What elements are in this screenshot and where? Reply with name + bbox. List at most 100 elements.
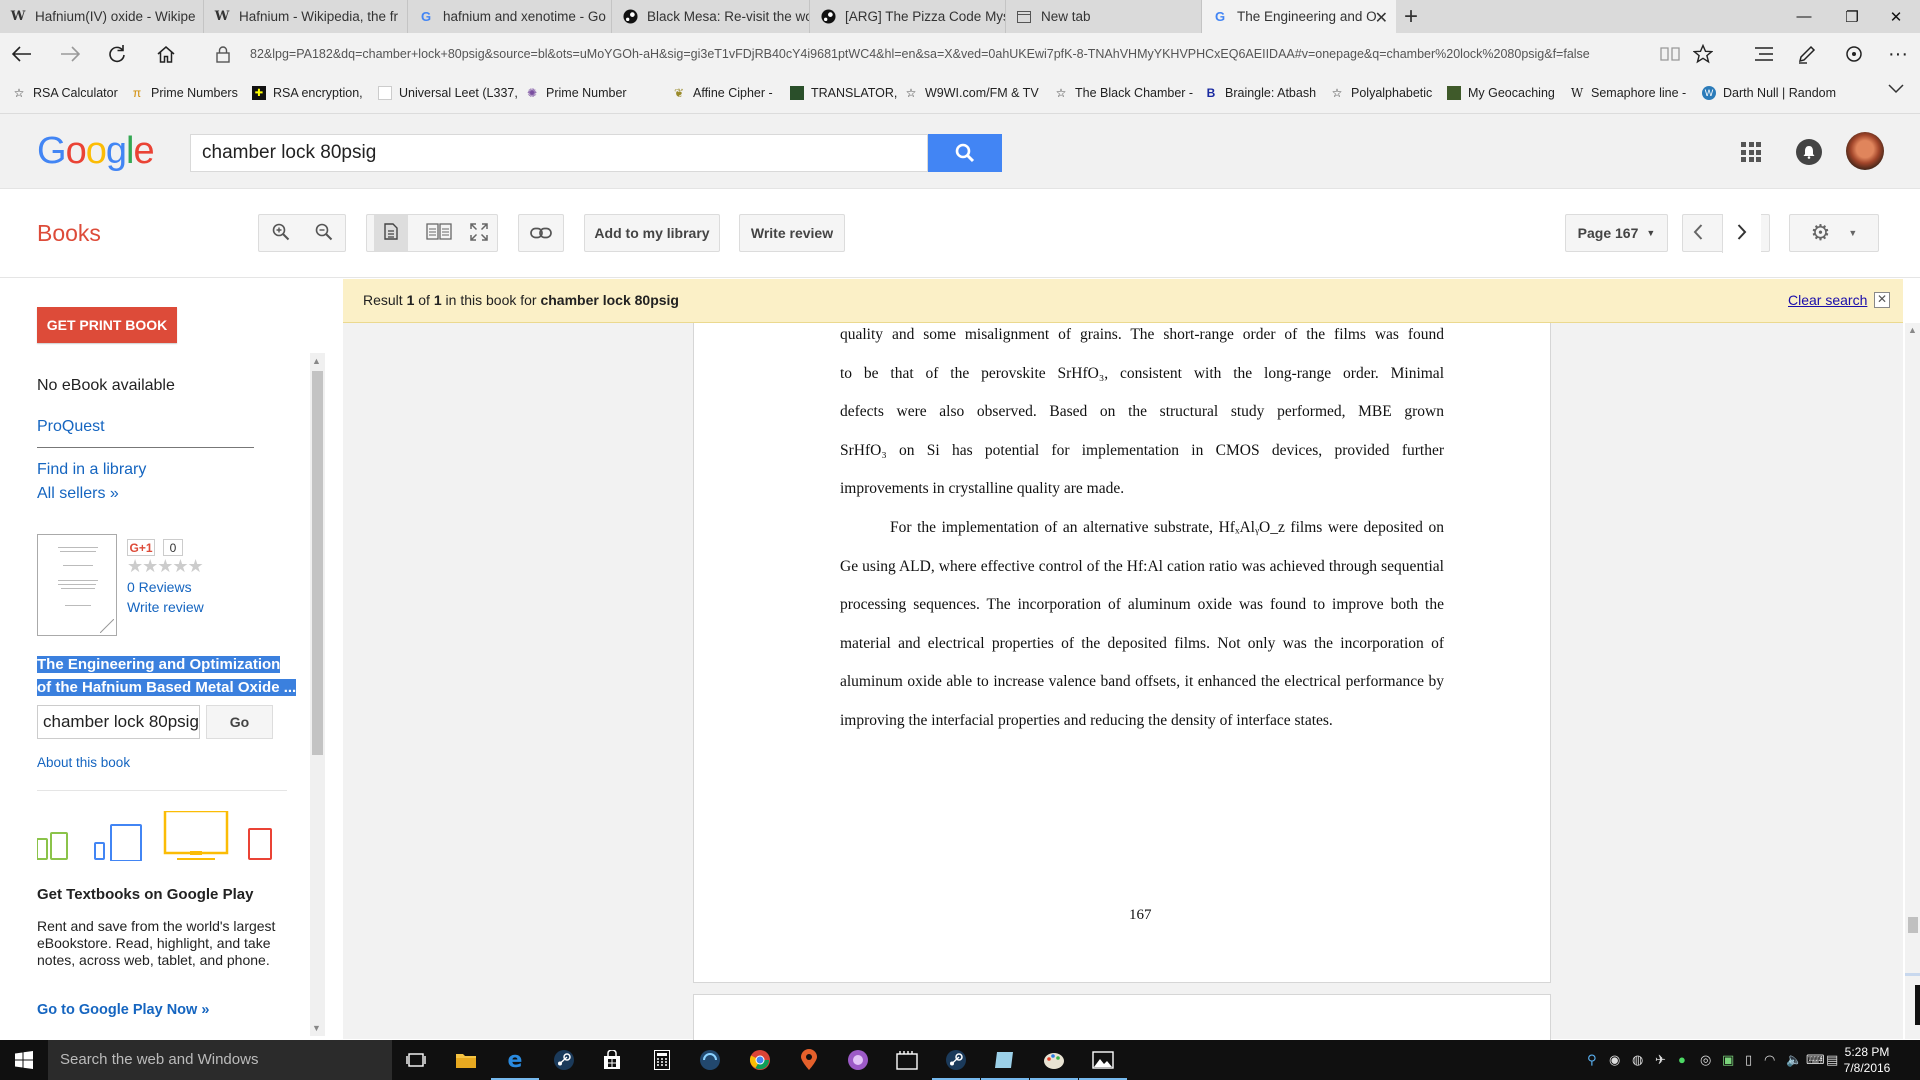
- favorite-item[interactable]: W Darth Null | Random: [1702, 86, 1836, 100]
- google-plus-one-button[interactable]: G+1: [127, 539, 155, 556]
- chevron-down-icon[interactable]: [1888, 84, 1904, 94]
- next-page-icon[interactable]: [1722, 213, 1762, 253]
- scroll-down-icon[interactable]: ▼: [312, 1023, 321, 1033]
- calculator-icon[interactable]: [650, 1048, 674, 1072]
- refresh-icon[interactable]: [101, 39, 133, 69]
- edge-browser-icon[interactable]: e: [491, 1048, 539, 1080]
- scroll-up-icon[interactable]: ▲: [1908, 325, 1917, 335]
- favorite-item[interactable]: π Prime Numbers: [130, 86, 238, 100]
- get-print-book-button[interactable]: GET PRINT BOOK: [37, 307, 177, 343]
- scroll-thumb[interactable]: [1908, 917, 1918, 933]
- paint-icon[interactable]: [1030, 1048, 1078, 1080]
- tray-icon[interactable]: ◍: [1632, 1052, 1643, 1068]
- proquest-link[interactable]: ProQuest: [37, 418, 105, 436]
- action-center-icon[interactable]: ▤: [1826, 1052, 1838, 1068]
- taskbar-search-input[interactable]: Search the web and Windows: [48, 1040, 392, 1080]
- app-icon[interactable]: [846, 1048, 870, 1072]
- language-icon[interactable]: ⌨: [1806, 1052, 1825, 1068]
- favorite-item[interactable]: ☆ W9WI.com/FM & TV: [904, 86, 1039, 100]
- avatar[interactable]: [1846, 132, 1884, 170]
- tray-icon[interactable]: ◎: [1700, 1052, 1711, 1068]
- close-tab-icon[interactable]: ✕: [1375, 8, 1388, 28]
- favorite-item[interactable]: ☆ Polyalphabetic: [1330, 86, 1433, 100]
- page-select[interactable]: Page 167 ▼: [1565, 214, 1668, 252]
- browser-tab-active[interactable]: G The Engineering and Op ✕: [1202, 0, 1396, 33]
- favorite-item[interactable]: ☆ RSA Calculator: [12, 86, 118, 100]
- app-icon[interactable]: [698, 1048, 722, 1072]
- file-explorer-icon[interactable]: [454, 1048, 478, 1072]
- restore-icon[interactable]: ❐: [1828, 0, 1876, 33]
- app-icon[interactable]: [895, 1048, 919, 1072]
- back-arrow-icon[interactable]: [6, 39, 38, 69]
- favorite-item[interactable]: Universal Leet (L337,: [378, 86, 518, 100]
- close-icon[interactable]: ✕: [1874, 292, 1890, 308]
- photos-icon[interactable]: [1079, 1048, 1127, 1080]
- steam-icon[interactable]: [552, 1048, 576, 1072]
- favorite-item[interactable]: ☆ The Black Chamber -: [1054, 86, 1194, 100]
- app-icon[interactable]: [981, 1048, 1029, 1080]
- book-cover-thumbnail[interactable]: [37, 534, 117, 636]
- search-button[interactable]: [928, 134, 1002, 172]
- fullscreen-icon[interactable]: [470, 222, 488, 244]
- write-review-link[interactable]: Write review: [127, 599, 204, 615]
- settings-button[interactable]: ⚙ ▼: [1789, 214, 1879, 252]
- search-input[interactable]: chamber lock 80psig: [190, 134, 928, 172]
- chrome-icon[interactable]: [748, 1048, 772, 1072]
- windows-start-icon[interactable]: [12, 1048, 36, 1072]
- favorite-item[interactable]: B Braingle: Atbash: [1204, 86, 1316, 100]
- books-title[interactable]: Books: [37, 220, 101, 247]
- search-in-book-input[interactable]: chamber lock 80psig: [37, 705, 200, 739]
- browser-tab[interactable]: [ARG] The Pizza Code Myst: [810, 0, 1006, 33]
- google-play-link[interactable]: Go to Google Play Now »: [37, 1002, 209, 1018]
- tray-icon[interactable]: ●: [1678, 1052, 1686, 1067]
- prev-page-icon[interactable]: [1693, 223, 1703, 243]
- scroll-thumb[interactable]: [312, 371, 323, 755]
- forward-arrow-icon[interactable]: [54, 39, 86, 69]
- browser-tab[interactable]: New tab: [1006, 0, 1202, 33]
- viewer-scrollbar[interactable]: ▲: [1905, 323, 1920, 1039]
- more-icon[interactable]: ···: [1882, 39, 1914, 69]
- maps-pin-icon[interactable]: [797, 1048, 821, 1072]
- favorite-item[interactable]: ✚ RSA encryption,: [252, 86, 363, 100]
- clock[interactable]: 5:28 PM 7/8/2016: [1842, 1044, 1892, 1076]
- share-icon[interactable]: [1838, 39, 1870, 69]
- zoom-in-icon[interactable]: [272, 223, 290, 244]
- add-to-library-button[interactable]: Add to my library: [584, 214, 720, 252]
- reading-view-icon[interactable]: [1654, 39, 1686, 69]
- task-view-icon[interactable]: [404, 1048, 428, 1072]
- clear-search-link[interactable]: Clear search: [1788, 292, 1867, 308]
- battery-icon[interactable]: ▯: [1745, 1052, 1752, 1068]
- web-note-icon[interactable]: [1791, 39, 1823, 69]
- single-page-icon[interactable]: [374, 215, 408, 251]
- all-sellers-link[interactable]: All sellers »: [37, 485, 119, 503]
- browser-tab[interactable]: W Hafnium - Wikipedia, the fr: [204, 0, 408, 33]
- two-page-icon[interactable]: [426, 223, 452, 243]
- minimize-icon[interactable]: —: [1780, 0, 1828, 33]
- volume-icon[interactable]: 🔈: [1786, 1052, 1802, 1068]
- google-logo[interactable]: Google: [37, 130, 155, 173]
- favorite-item[interactable]: TRANSLATOR,: [790, 86, 897, 100]
- tray-icon[interactable]: ◉: [1609, 1052, 1620, 1068]
- write-review-button[interactable]: Write review: [739, 214, 845, 252]
- go-button[interactable]: Go: [206, 705, 273, 739]
- home-icon[interactable]: [150, 39, 182, 69]
- new-tab-plus-icon[interactable]: +: [1404, 3, 1418, 31]
- notifications-bell-icon[interactable]: [1796, 139, 1822, 165]
- tray-icon[interactable]: ▣: [1722, 1052, 1734, 1068]
- favorite-item[interactable]: ❦ Affine Cipher -: [672, 86, 773, 100]
- favorite-item[interactable]: My Geocaching: [1447, 86, 1555, 100]
- browser-tab[interactable]: W Hafnium(IV) oxide - Wikipe: [0, 0, 204, 33]
- browser-tab[interactable]: Black Mesa: Re-visit the wor: [612, 0, 810, 33]
- close-window-icon[interactable]: ✕: [1872, 0, 1920, 33]
- link-button[interactable]: [518, 214, 564, 252]
- apps-grid-icon[interactable]: [1741, 142, 1761, 162]
- find-library-link[interactable]: Find in a library: [37, 461, 146, 479]
- favorite-item[interactable]: W Semaphore line -: [1570, 86, 1686, 100]
- tray-icon[interactable]: ⚲: [1587, 1052, 1597, 1068]
- book-title-link[interactable]: The Engineering and Optimization of the …: [37, 653, 297, 699]
- network-icon[interactable]: ◠: [1764, 1052, 1775, 1068]
- hub-icon[interactable]: [1748, 39, 1780, 69]
- scroll-up-icon[interactable]: ▲: [312, 356, 321, 366]
- tray-icon[interactable]: ✈: [1655, 1052, 1666, 1068]
- favorite-star-icon[interactable]: [1687, 39, 1719, 69]
